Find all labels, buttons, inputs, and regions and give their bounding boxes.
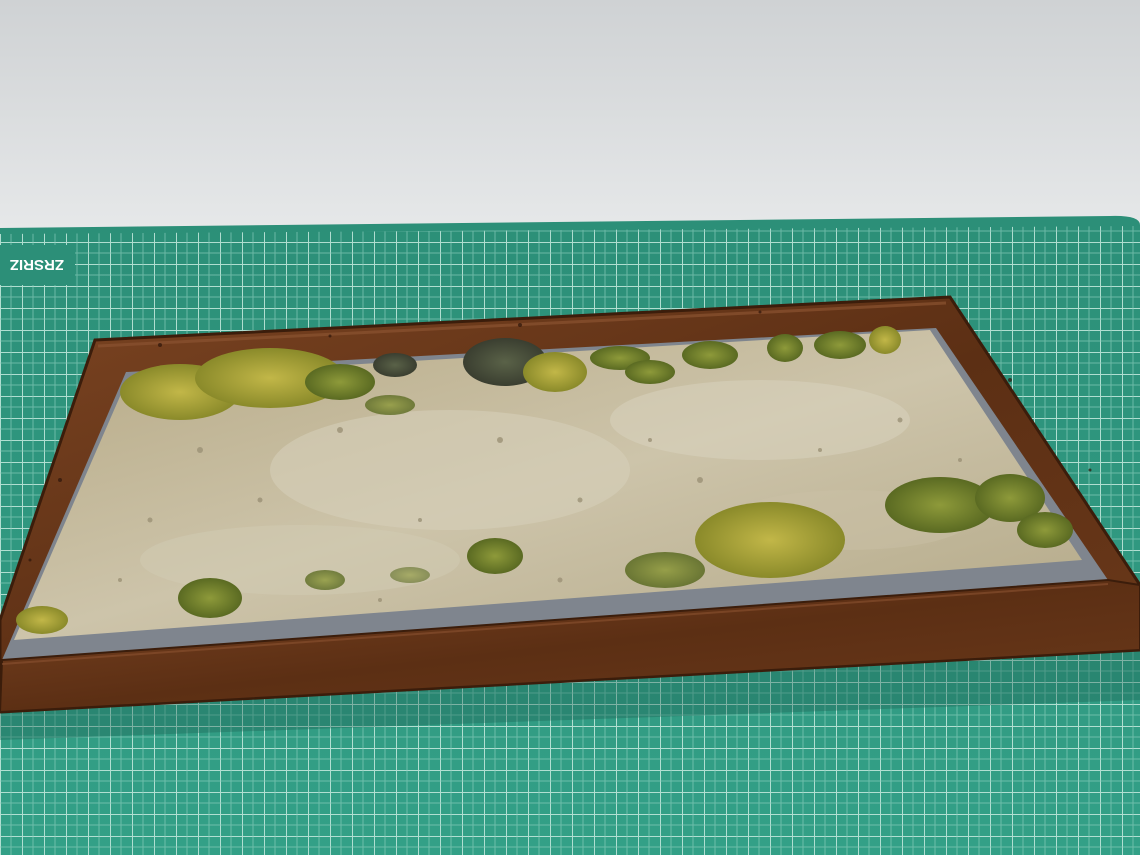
photo-scene: ZRSRIZ	[0, 0, 1140, 855]
mat-logo-text: ZRSRIZ	[10, 256, 64, 273]
wall-background	[0, 0, 1140, 230]
mat-logo: ZRSRIZ	[0, 245, 75, 285]
